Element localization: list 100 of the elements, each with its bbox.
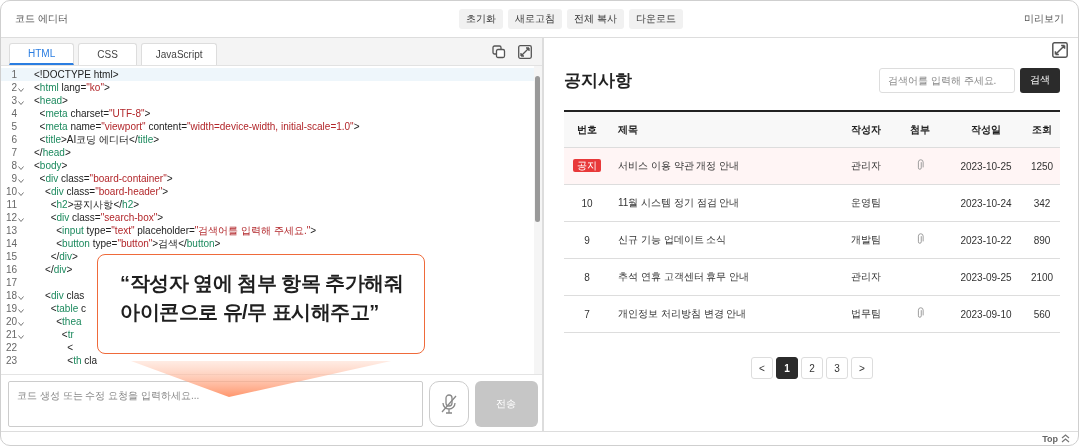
- code-line: <div class="board-header">: [44, 186, 169, 197]
- table-cell: 2100: [1030, 271, 1054, 283]
- fold-icon[interactable]: [18, 296, 24, 300]
- expand-icon[interactable]: [518, 44, 532, 59]
- table-row[interactable]: 10 11월 시스템 정기 점검 안내 운영팀 2023-10-24 342: [564, 184, 1060, 222]
- post-title[interactable]: 신규 기능 업데이트 소식: [618, 234, 727, 245]
- fold-icon[interactable]: [18, 335, 24, 339]
- line-number: 2: [10, 82, 18, 93]
- line-number: 6: [10, 134, 18, 145]
- table-cell: 운영팀: [851, 197, 881, 208]
- code-line: <table c: [49, 303, 86, 314]
- table-cell: 7: [584, 308, 590, 320]
- scrollbar[interactable]: [534, 66, 542, 374]
- fold-icon[interactable]: [18, 88, 24, 92]
- code-line: <body>: [33, 160, 68, 171]
- copy-icon[interactable]: [492, 44, 506, 59]
- column-header: 제목: [618, 123, 638, 135]
- line-number: 16: [4, 264, 18, 275]
- table-cell: 2023-09-10: [960, 308, 1012, 320]
- table-row[interactable]: 7 개인정보 처리방침 변경 안내 법무팀 2023-09-10 560: [564, 295, 1060, 333]
- page-button[interactable]: 2: [801, 357, 823, 379]
- table-row[interactable]: 8 추석 연휴 고객센터 휴무 안내 관리자 2023-09-25 2100: [564, 258, 1060, 296]
- page-button[interactable]: 1: [776, 357, 798, 379]
- table-cell: 개발팀: [851, 234, 881, 245]
- prompt-field[interactable]: 코드 생성 또는 수정 요청을 입력하세요...: [8, 381, 424, 427]
- post-title[interactable]: 개인정보 처리방침 변경 안내: [618, 308, 747, 319]
- table-row[interactable]: 9 신규 기능 업데이트 소식 개발팀 2023-10-22 890: [564, 221, 1060, 259]
- table-cell: 관리자: [851, 160, 881, 171]
- toolbar-button[interactable]: 초기화: [459, 9, 503, 29]
- line-number: 22: [4, 342, 18, 353]
- column-header: 작성자: [851, 123, 881, 135]
- mic-button[interactable]: [429, 381, 469, 427]
- line-number: 11: [5, 199, 18, 210]
- fold-icon[interactable]: [18, 101, 24, 105]
- fold-icon[interactable]: [18, 322, 24, 326]
- double-chevron-up-icon: [1061, 434, 1070, 443]
- table-row[interactable]: 공지 서비스 이용 약관 개정 안내 관리자 2023-10-25 1250: [564, 147, 1060, 185]
- code-line: <thea: [55, 316, 82, 327]
- search-button[interactable]: 검색: [1020, 67, 1060, 93]
- preview-label: 미리보기: [1024, 12, 1064, 26]
- table-cell: 9: [584, 234, 590, 246]
- table-cell: 8: [584, 271, 590, 283]
- table-cell: 10: [581, 197, 593, 209]
- post-title[interactable]: 서비스 이용 약관 개정 안내: [618, 160, 740, 171]
- line-number: 15: [4, 251, 18, 262]
- line-number: 1: [10, 69, 18, 80]
- fold-icon[interactable]: [18, 179, 24, 183]
- line-number: 4: [10, 108, 18, 119]
- line-number: 20: [4, 316, 18, 327]
- line-number: 8: [10, 160, 18, 171]
- post-title[interactable]: 11월 시스템 정기 점검 안내: [618, 197, 740, 208]
- table-cell: 890: [1033, 234, 1051, 246]
- toolbar-button[interactable]: 전체 복사: [567, 9, 624, 29]
- fold-icon[interactable]: [18, 192, 24, 196]
- fold-icon[interactable]: [18, 166, 24, 170]
- notice-badge: 공지: [573, 159, 601, 172]
- next-page-button[interactable]: >: [851, 357, 873, 379]
- column-header: 첨부: [910, 123, 930, 135]
- line-number: 5: [10, 121, 18, 132]
- page-button[interactable]: 3: [826, 357, 848, 379]
- line-number: 23: [4, 355, 18, 366]
- search-field[interactable]: 검색어를 입력해 주세요.: [879, 67, 1015, 93]
- line-number: 21: [4, 329, 18, 340]
- toolbar-button[interactable]: 새로고침: [508, 9, 562, 29]
- table-cell: 2023-10-24: [960, 197, 1012, 209]
- code-line: </head>: [33, 147, 71, 158]
- expand-icon[interactable]: [1052, 42, 1068, 58]
- fold-icon[interactable]: [18, 218, 24, 222]
- code-line: </div>: [49, 251, 78, 262]
- table-cell: 2023-10-22: [960, 234, 1012, 246]
- line-number: 13: [4, 225, 18, 236]
- code-line: <div clas: [44, 290, 85, 301]
- line-number: 7: [10, 147, 18, 158]
- fold-icon[interactable]: [18, 309, 24, 313]
- toolbar-button[interactable]: 다운로드: [628, 9, 683, 29]
- line-number: 19: [4, 303, 18, 314]
- line-number: 12: [4, 212, 18, 223]
- post-title[interactable]: 추석 연휴 고객센터 휴무 안내: [618, 271, 750, 282]
- table-cell: 2023-09-25: [960, 271, 1012, 283]
- code-line: </div>: [44, 264, 73, 275]
- code-line: <head>: [33, 95, 68, 106]
- code-line: <meta name="viewport" content="width=device-width, initial-scale=1.0">: [38, 121, 360, 132]
- table-cell: 560: [1033, 308, 1051, 320]
- line-number: 9: [10, 173, 18, 184]
- code-line: <tr: [60, 329, 74, 340]
- editor-tab[interactable]: JavaScript: [140, 43, 218, 65]
- code-line: <!DOCTYPE html>: [33, 69, 119, 80]
- quote-text: 아이콘으로 유/무 표시해주고”: [120, 300, 380, 325]
- quote-text: “작성자 옆에 첨부 항목 추가해줘: [120, 271, 405, 296]
- table-cell: 1250: [1030, 160, 1054, 172]
- editor-tab[interactable]: CSS: [78, 43, 137, 65]
- board-title: 공지사항: [564, 69, 632, 92]
- column-header: 작성일: [971, 123, 1001, 135]
- top-button[interactable]: Top: [1042, 432, 1070, 445]
- code-line: <button type="button">검색</button>: [55, 236, 221, 251]
- editor-tab[interactable]: HTML: [9, 43, 75, 65]
- code-line: <title>AI코딩 에디터</title>: [38, 132, 160, 147]
- editor-title: 코드 에디터: [15, 12, 69, 26]
- mic-off-icon: [440, 394, 459, 414]
- prev-page-button[interactable]: <: [751, 357, 773, 379]
